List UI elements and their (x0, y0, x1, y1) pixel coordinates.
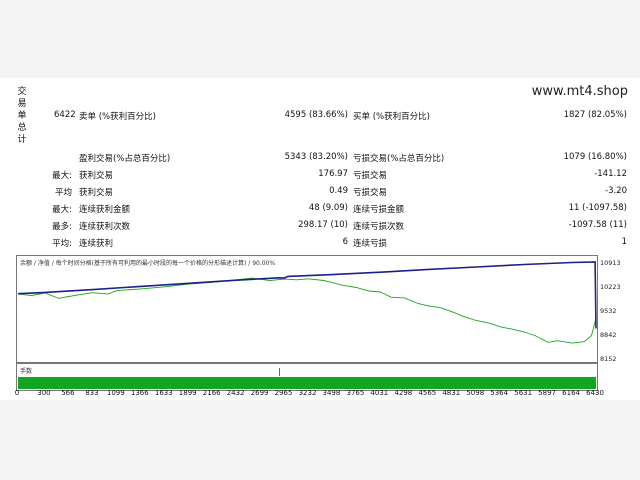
volume-label: 手数 (20, 368, 33, 375)
largest-prefix: 最大: (52, 171, 72, 181)
balance-line (17, 261, 597, 329)
avg-consec-losses-value: 1 (621, 237, 627, 247)
y-tick-label: 8152 (600, 355, 617, 363)
x-tick-label: 1899 (178, 389, 197, 397)
x-tick-label: 5364 (490, 389, 509, 397)
consec-wins-amount-value: 48 (9.09) (308, 203, 348, 213)
x-tick-label: 833 (85, 389, 99, 397)
x-tick-label: 4031 (370, 389, 389, 397)
x-tick-label: 2965 (274, 389, 293, 397)
largest-loss-value: -141.12 (594, 169, 627, 179)
y-tick-label: 10913 (600, 259, 621, 267)
x-tick-label: 566 (61, 389, 75, 397)
largest-profit-value: 176.97 (318, 169, 348, 179)
x-tick-label: 300 (37, 389, 51, 397)
x-tick-label: 3232 (298, 389, 317, 397)
total-trades-value: 6422 (54, 110, 76, 120)
average-loss-label: 亏损交易 (353, 188, 388, 198)
x-tick-label: 2699 (250, 389, 269, 397)
consec-profit-count-label: 连续获利次数 (79, 222, 131, 232)
x-tick-label: 2166 (202, 389, 221, 397)
x-tick-label: 5098 (466, 389, 485, 397)
volume-bars (18, 377, 596, 389)
average-loss-value: -3.20 (605, 186, 627, 196)
volume-marker (279, 368, 280, 376)
x-tick-label: 0 (14, 389, 20, 397)
x-tick-label: 5897 (538, 389, 556, 397)
volume-panel: 手数 (16, 363, 598, 391)
loss-trades-label: 亏损交易(%占总百分比) (353, 154, 445, 164)
average-profit-label: 获利交易 (79, 188, 114, 198)
y-tick-label: 9532 (600, 307, 617, 316)
consec-losses-amount-value: 11 (-1097.58) (568, 203, 627, 213)
largest-loss-label: 亏损交易 (353, 171, 388, 181)
average-prefix: 平均 (54, 188, 72, 198)
profit-trades-label: 盈利交易(%占总百分比) (79, 154, 171, 164)
consec-wins-amount-label: 连续获利金额 (79, 205, 131, 215)
x-tick-label: 2432 (226, 389, 245, 397)
consec-loss-count-value: -1097.58 (11) (568, 220, 627, 230)
most-prefix: 最多: (52, 222, 72, 232)
consec-losses-amount-label: 连续亏损金额 (353, 205, 405, 215)
x-tick-label: 3498 (322, 389, 341, 397)
consec-loss-count-label: 连续亏损次数 (353, 222, 405, 232)
consec-profit-count-value: 298.17 (10) (298, 220, 348, 230)
avg-prefix: 平均: (52, 239, 72, 249)
x-tick-label: 4831 (442, 389, 461, 397)
x-tick-label: 1633 (154, 389, 173, 397)
equity-line (17, 277, 597, 344)
x-tick-label: 4565 (418, 389, 437, 397)
short-trades-value: 4595 (83.66%) (284, 110, 348, 120)
long-trades-label: 买单 (%获利百分比) (353, 112, 430, 122)
x-tick-label: 5631 (514, 389, 533, 397)
y-tick-label: 10223 (600, 282, 621, 291)
y-tick-label: 8842 (600, 331, 617, 339)
avg-consec-losses-label: 连续亏损 (353, 239, 388, 249)
avg-consec-wins-label: 连续获利 (79, 239, 114, 249)
profit-trades-value: 5343 (83.20%) (284, 152, 348, 162)
y-axis: 10913 10223 9532 8842 8152 (598, 255, 638, 365)
stats-table: 6422 卖单 (%获利百分比) 4595 (83.66%) 买单 (%获利百分… (0, 0, 640, 250)
largest-profit-label: 获利交易 (79, 171, 114, 181)
chart-plot (17, 261, 597, 344)
loss-trades-value: 1079 (16.80%) (563, 152, 627, 162)
avg-consec-wins-value: 6 (342, 237, 348, 247)
x-tick-label: 6430 (586, 389, 604, 397)
max-prefix: 最大: (52, 205, 72, 215)
short-trades-label: 卖单 (%获利百分比) (79, 112, 156, 122)
x-tick-label: 1099 (106, 389, 125, 397)
x-tick-label: 6164 (562, 389, 580, 397)
balance-equity-chart: 余额 / 净值 / 每个时间分格(基于所有可利用的最小时段的每一个价格的分形描述… (16, 255, 598, 363)
x-tick-label: 4298 (394, 389, 413, 397)
average-profit-value: 0.49 (329, 186, 348, 196)
long-trades-value: 1827 (82.05%) (563, 110, 627, 120)
x-tick-label: 1366 (130, 389, 149, 397)
x-axis: 0 300 566 833 1099 1366 1633 1899 2166 2432 2699 29… (0, 389, 640, 399)
x-tick-label: 3765 (346, 389, 365, 397)
